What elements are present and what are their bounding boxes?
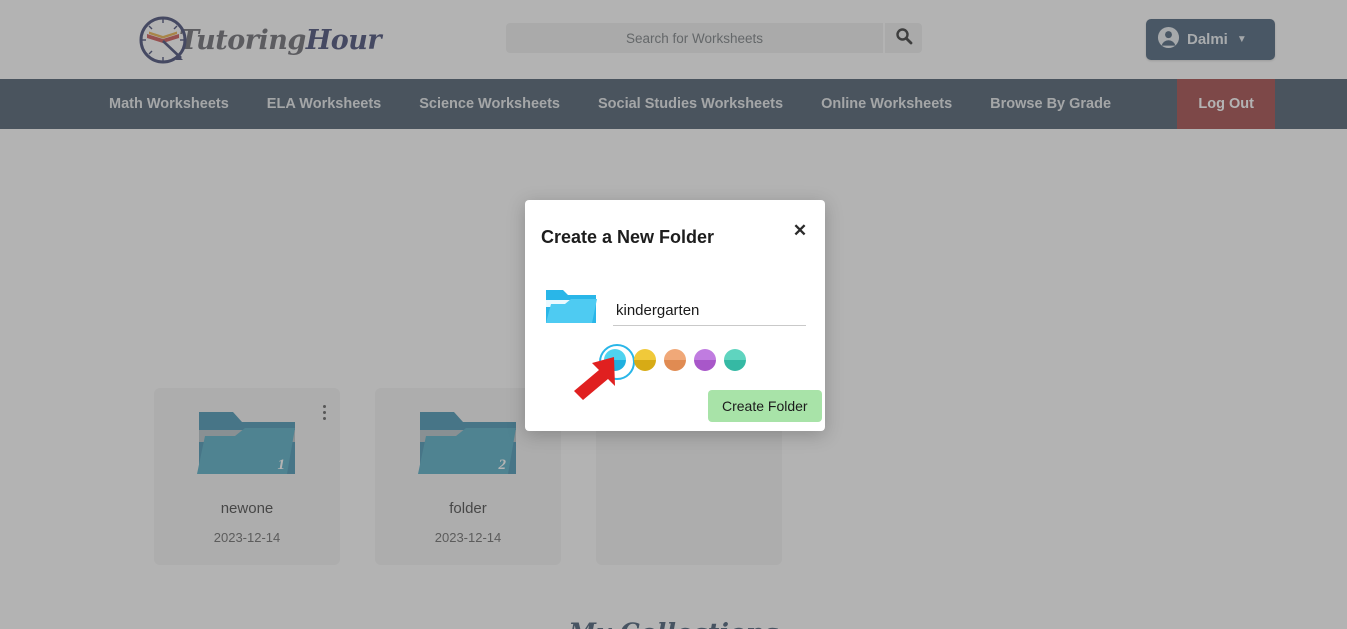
folder-icon <box>545 286 597 326</box>
folder-name-row <box>545 286 806 326</box>
color-swatch-cyan[interactable] <box>599 344 635 380</box>
modal-title: Create a New Folder <box>541 227 715 247</box>
close-icon[interactable]: ✕ <box>789 220 811 242</box>
create-folder-button[interactable]: Create Folder <box>708 390 822 422</box>
color-swatch-teal[interactable] <box>724 349 746 371</box>
folder-color-swatches <box>599 344 746 380</box>
color-swatch-orange[interactable] <box>664 349 686 371</box>
color-swatch-yellow[interactable] <box>634 349 656 371</box>
app-window: TutoringHour <box>0 0 1347 629</box>
color-swatch-purple[interactable] <box>694 349 716 371</box>
folder-name-input[interactable] <box>613 299 806 326</box>
